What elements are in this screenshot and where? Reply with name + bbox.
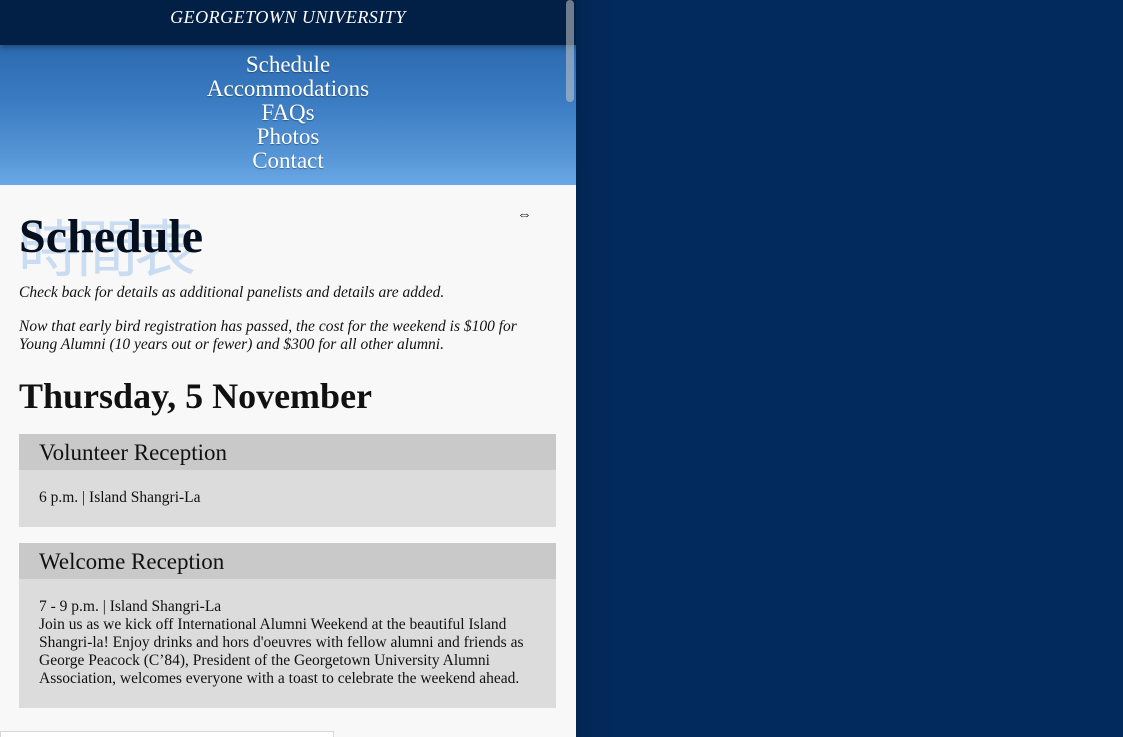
event-time-place: 6 p.m. | Island Shangri-La [39, 489, 201, 506]
event-body: 7 - 9 p.m. | Island Shangri-La Join us a… [19, 579, 556, 708]
main-content: 時間表 Schedule Check back for details as a… [0, 185, 576, 708]
event-description: Join us as we kick off International Alu… [39, 616, 524, 687]
event-time-place: 7 - 9 p.m. | Island Shangri-La [39, 598, 222, 615]
main-nav: Schedule Accommodations FAQs Photos Cont… [0, 45, 576, 185]
resize-cursor-icon: ⇔ [517, 207, 532, 223]
event-card: Welcome Reception 7 - 9 p.m. | Island Sh… [19, 543, 556, 708]
intro-text: Check back for details as additional pan… [19, 284, 556, 354]
bottom-panel-tab[interactable] [0, 731, 334, 737]
page-background [576, 0, 1123, 737]
nav-item-contact[interactable]: Contact [0, 149, 576, 173]
event-body: 6 p.m. | Island Shangri-La [19, 470, 556, 527]
university-logo[interactable]: GEORGETOWN UNIVERSITY [170, 7, 406, 28]
event-card: Volunteer Reception 6 p.m. | Island Shan… [19, 434, 556, 527]
event-title: Volunteer Reception [19, 434, 556, 470]
nav-item-accommodations[interactable]: Accommodations [0, 77, 576, 101]
intro-paragraph: Now that early bird registration has pas… [19, 318, 517, 353]
day-heading: Thursday, 5 November [19, 376, 373, 416]
site-page: GEORGETOWN UNIVERSITY Schedule Accommoda… [0, 0, 576, 737]
nav-item-schedule[interactable]: Schedule [0, 53, 576, 77]
page-title: Schedule [19, 210, 204, 263]
event-title: Welcome Reception [19, 543, 556, 579]
nav-item-faqs[interactable]: FAQs [0, 101, 576, 125]
nav-item-photos[interactable]: Photos [0, 125, 576, 149]
site-header: GEORGETOWN UNIVERSITY [0, 0, 576, 45]
scrollbar-thumb[interactable] [566, 0, 574, 102]
